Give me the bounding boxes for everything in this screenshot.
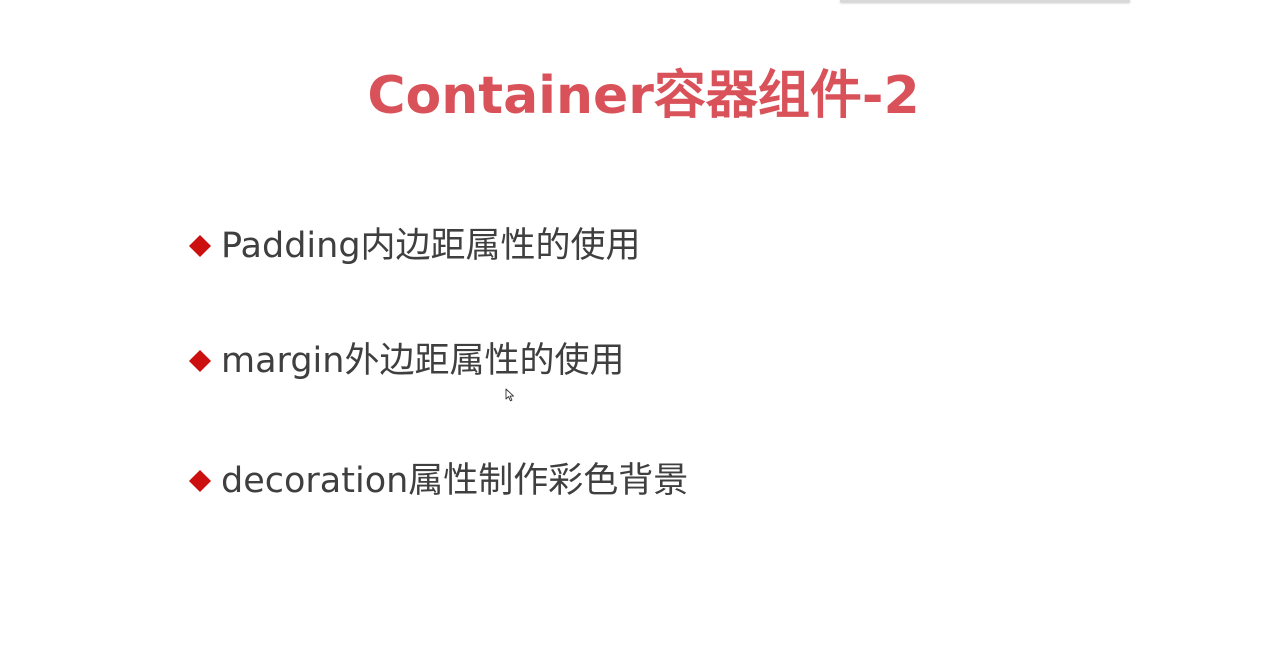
bullet-item: Padding内边距属性的使用 — [186, 221, 641, 271]
diamond-icon — [190, 351, 210, 371]
bullet-item: margin外边距属性的使用 — [186, 336, 624, 386]
slide: Container容器组件-2 Padding内边距属性的使用 margin外边… — [0, 0, 1287, 650]
bullet-text: decoration属性制作彩色背景 — [221, 461, 689, 501]
bullet-text: margin外边距属性的使用 — [221, 341, 625, 381]
mouse-pointer-icon — [505, 388, 514, 402]
window-edge — [840, 0, 1130, 2]
slide-title: Container容器组件-2 — [367, 66, 920, 126]
bullet-item: decoration属性制作彩色背景 — [186, 456, 688, 506]
diamond-icon — [190, 236, 210, 256]
diamond-icon — [190, 471, 210, 491]
bullet-text: Padding内边距属性的使用 — [221, 226, 641, 266]
